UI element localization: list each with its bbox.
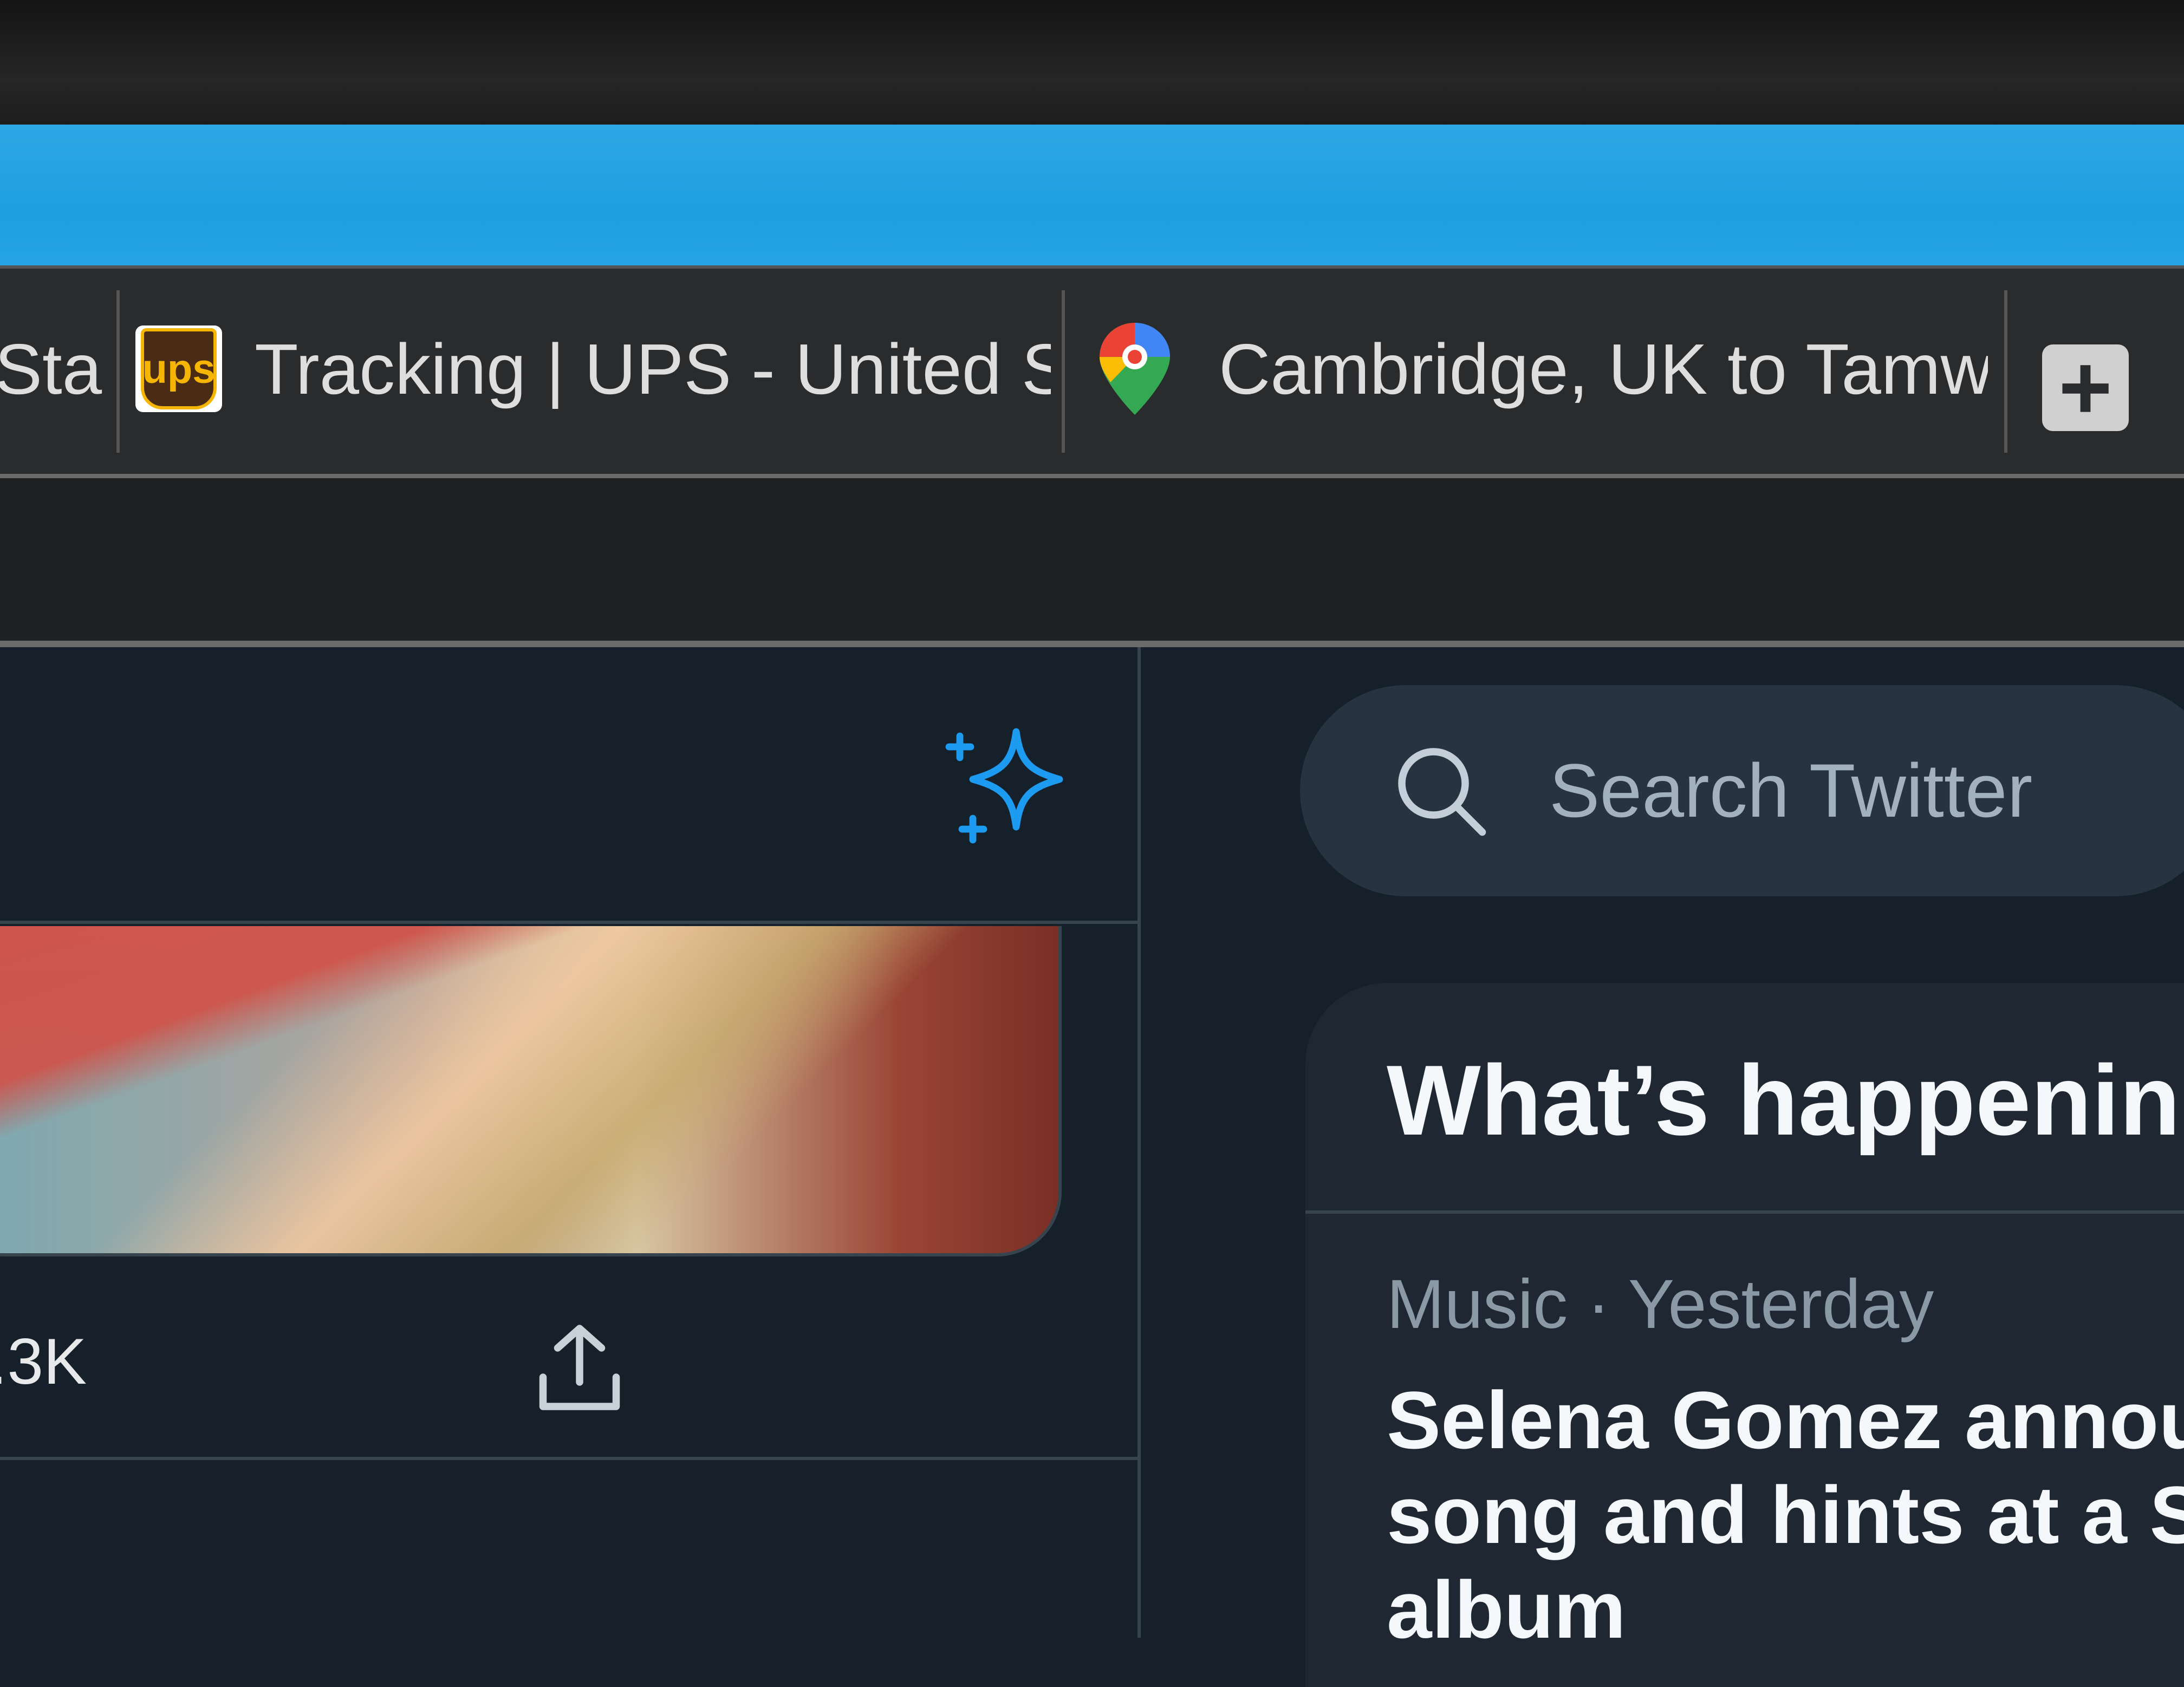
divider <box>0 1457 1138 1460</box>
search-icon <box>1398 748 1486 836</box>
twitter-page: .3K Search Twitter What’s happenin Music… <box>0 647 2184 1687</box>
panel-title: What’s happenin <box>1387 1044 2181 1156</box>
browser-toolbar <box>0 474 2184 652</box>
tab-title: Sta <box>0 329 102 409</box>
search-placeholder: Search Twitter <box>1549 748 2033 833</box>
browser-tab-bar: Sta ups Tracking | UPS - United Sta Camb… <box>0 265 2184 485</box>
divider <box>1305 1210 2184 1214</box>
sparkle-icon[interactable] <box>942 723 1072 853</box>
plus-icon: + <box>2058 336 2112 439</box>
tab-separator <box>2004 290 2007 453</box>
new-tab-button[interactable]: + <box>2042 336 2129 439</box>
divider <box>0 921 1138 924</box>
trend-item[interactable]: Selena Gomez annour song and hints at a … <box>1387 1373 2184 1657</box>
search-input[interactable]: Search Twitter <box>1300 685 2184 896</box>
monitor-bezel <box>0 0 2184 135</box>
ups-icon: ups <box>135 325 222 412</box>
tab-separator <box>1062 290 1065 453</box>
share-icon[interactable] <box>531 1319 628 1416</box>
tab-partial[interactable]: Sta <box>0 285 103 453</box>
tab-google-maps[interactable]: Cambridge, UK to Tamwort <box>1100 285 1988 453</box>
tab-ups-tracking[interactable]: ups Tracking | UPS - United Sta <box>135 285 1051 453</box>
column-divider <box>1138 647 1141 1638</box>
ups-logo: ups <box>141 328 217 409</box>
tweet-action-count: .3K <box>0 1325 87 1398</box>
trend-meta: Music · Yesterday <box>1387 1266 1934 1343</box>
tab-title: Cambridge, UK to Tamwort <box>1219 329 1988 409</box>
desktop-background <box>0 125 2184 276</box>
google-maps-pin-icon <box>1100 323 1170 415</box>
tweet-media-image[interactable] <box>0 926 1062 1256</box>
tab-title: Tracking | UPS - United Sta <box>255 329 1051 409</box>
whats-happening-panel: What’s happenin Music · Yesterday Selena… <box>1305 983 2184 1687</box>
tab-separator <box>116 290 120 453</box>
